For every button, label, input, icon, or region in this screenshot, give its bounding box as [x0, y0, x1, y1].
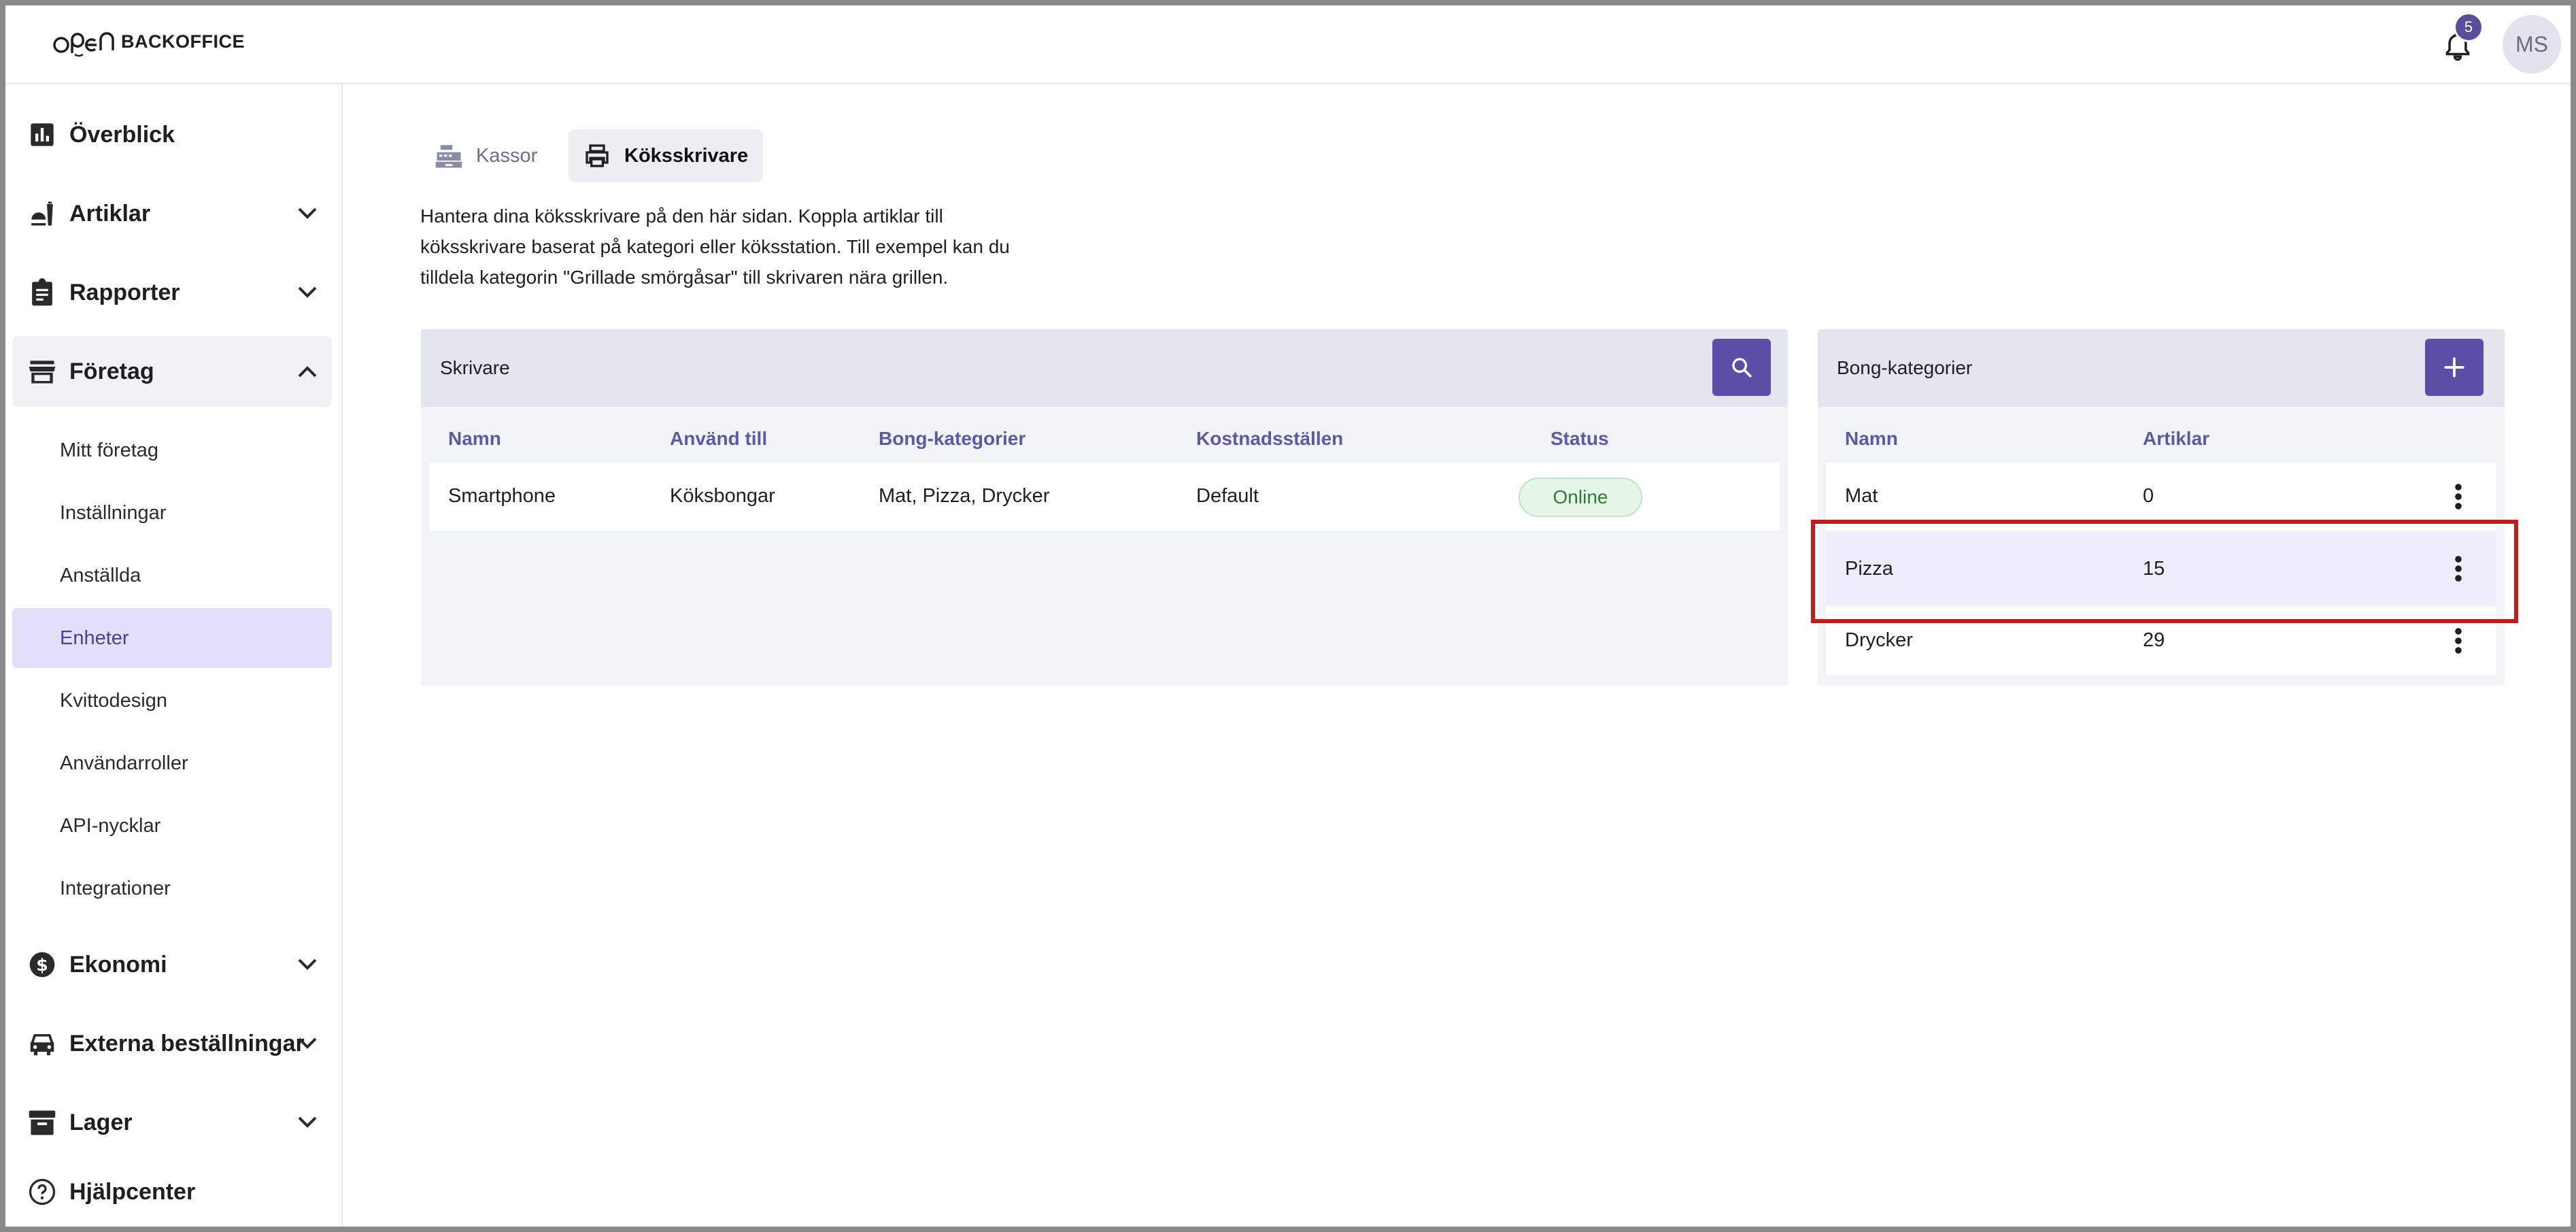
more-options-icon[interactable]	[2445, 620, 2472, 661]
sidebar-item-externa-bestallningar[interactable]: Externa beställningar	[12, 1008, 332, 1079]
sidebar-sub-enheter[interactable]: Enheter	[12, 608, 332, 668]
sidebar-item-label: Företag	[69, 358, 154, 384]
sidebar-sub-installningar[interactable]: Inställningar	[12, 483, 332, 543]
chevron-up-icon	[296, 361, 318, 382]
search-icon	[1732, 358, 1752, 378]
printer-categories: Mat, Pizza, Drycker	[879, 485, 1050, 507]
plus-icon	[2444, 357, 2464, 378]
help-icon	[27, 1177, 57, 1207]
selection-highlight	[1811, 520, 2518, 623]
printer-use-for: Köksbongar	[670, 485, 775, 507]
sidebar-item-foretag[interactable]: Företag	[12, 336, 332, 407]
panel-title: Skrivare	[440, 357, 510, 378]
clipboard-icon	[27, 278, 57, 307]
sidebar-item-hjalpcenter[interactable]: Hjälpcenter	[12, 1156, 332, 1227]
printer-cost-center: Default	[1196, 485, 1259, 507]
printers-panel: Skrivare Namn Använd till Bong-kategorie…	[421, 329, 1788, 686]
column-header[interactable]: Namn	[1845, 428, 1898, 450]
sidebar-item-ekonomi[interactable]: $ Ekonomi	[12, 929, 332, 1000]
sidebar-sub-anvandarroller[interactable]: Användarroller	[12, 733, 332, 793]
tab-koksskrivare[interactable]: Köksskrivare	[569, 129, 764, 182]
chevron-down-icon	[296, 1033, 318, 1054]
tab-label: Kassor	[476, 144, 538, 167]
chevron-down-icon	[296, 1112, 318, 1133]
sidebar-item-label: Lager	[69, 1109, 133, 1135]
sidebar-sub-kvittodesign[interactable]: Kvittodesign	[12, 671, 332, 731]
printer-name: Smartphone	[448, 485, 556, 507]
column-header[interactable]: Bong-kategorier	[879, 428, 1026, 450]
categories-panel: Bong-kategorier Namn Artiklar Mat 0 Pizz…	[1818, 329, 2505, 686]
add-category-button[interactable]	[2425, 339, 2484, 396]
sidebar-item-overblick[interactable]: Överblick	[12, 99, 332, 170]
notification-badge: 5	[2454, 12, 2484, 42]
printer-icon	[582, 141, 612, 171]
status-badge: Online	[1519, 478, 1642, 517]
svg-text:$: $	[36, 955, 48, 975]
sidebar-sub-anstallda[interactable]: Anställda	[12, 546, 332, 605]
logo-mark-icon	[53, 32, 114, 57]
chevron-down-icon	[296, 203, 318, 224]
bar-chart-icon	[27, 120, 57, 150]
chevron-down-icon	[296, 954, 318, 976]
column-header[interactable]: Artiklar	[2143, 428, 2209, 450]
sidebar-item-lager[interactable]: Lager	[12, 1087, 332, 1158]
sidebar-item-label: Hjälpcenter	[69, 1178, 196, 1205]
column-header[interactable]: Namn	[448, 428, 501, 450]
sidebar-item-label: Ekonomi	[69, 951, 167, 978]
sidebar-sub-api-nycklar[interactable]: API-nycklar	[12, 796, 332, 856]
dollar-icon: $	[27, 950, 57, 980]
more-options-icon[interactable]	[2445, 476, 2472, 517]
tab-kassor[interactable]: Kassor	[420, 129, 552, 182]
car-icon	[27, 1029, 57, 1059]
category-name: Drycker	[1845, 629, 1913, 651]
chevron-down-icon	[296, 282, 318, 303]
top-bar: BACKOFFICE 5 MS	[5, 5, 2571, 84]
categories-panel-header: Bong-kategorier	[1818, 329, 2505, 407]
category-count: 0	[2143, 485, 2154, 507]
tab-label: Köksskrivare	[624, 144, 749, 167]
column-header[interactable]: Använd till	[670, 428, 767, 450]
app-window: BACKOFFICE 5 MS Överblick Artiklar Rappo…	[5, 5, 2571, 1227]
sidebar-item-label: Överblick	[69, 121, 175, 148]
logo[interactable]: BACKOFFICE	[49, 24, 245, 65]
avatar[interactable]: MS	[2503, 15, 2561, 73]
column-header[interactable]: Kostnadsställen	[1196, 428, 1343, 450]
logo-text: BACKOFFICE	[121, 31, 245, 52]
column-header[interactable]: Status	[1550, 428, 1609, 450]
sidebar-sub-integrationer[interactable]: Integrationer	[12, 859, 332, 918]
table-row[interactable]: Smartphone Köksbongar Mat, Pizza, Drycke…	[429, 463, 1780, 531]
sidebar-item-rapporter[interactable]: Rapporter	[12, 257, 332, 328]
category-name: Mat	[1845, 485, 1878, 507]
sidebar-item-label: Rapporter	[69, 279, 180, 305]
sidebar-item-artiklar[interactable]: Artiklar	[12, 178, 332, 249]
sidebar-item-label: Externa beställningar	[69, 1030, 305, 1056]
cash-register-icon	[434, 141, 464, 171]
sidebar: Överblick Artiklar Rapporter Företag Mit…	[5, 84, 343, 1227]
sidebar-sub-mitt-foretag[interactable]: Mitt företag	[12, 420, 332, 480]
category-count: 29	[2143, 629, 2165, 651]
sidebar-item-label: Artiklar	[69, 200, 151, 227]
food-icon	[27, 199, 57, 229]
store-icon	[27, 356, 57, 386]
page-description: Hantera dina köksskrivare på den här sid…	[420, 205, 1010, 288]
panel-title: Bong-kategorier	[1837, 357, 1973, 378]
archive-icon	[27, 1108, 57, 1137]
printers-panel-header: Skrivare	[421, 329, 1788, 407]
search-button[interactable]	[1712, 339, 1771, 396]
